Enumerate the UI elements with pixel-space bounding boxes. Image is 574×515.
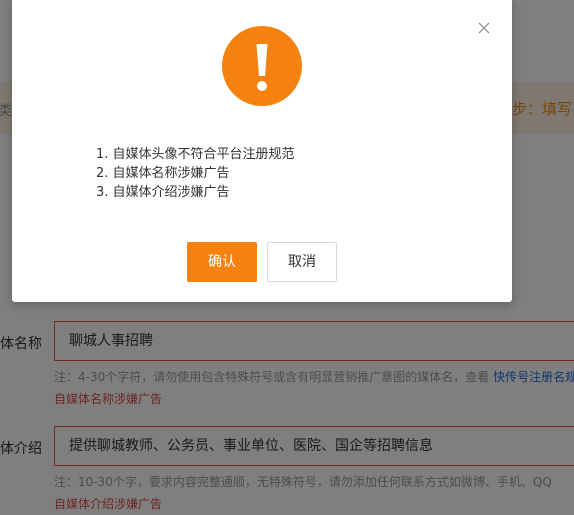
reason-list: 1. 自媒体头像不符合平台注册规范 2. 自媒体名称涉嫌广告 3. 自媒体介绍涉… <box>96 145 295 202</box>
warning-dialog: 1. 自媒体头像不符合平台注册规范 2. 自媒体名称涉嫌广告 3. 自媒体介绍涉… <box>12 0 512 302</box>
confirm-button[interactable]: 确认 <box>187 242 257 282</box>
reason-item: 3. 自媒体介绍涉嫌广告 <box>96 185 230 200</box>
cancel-button[interactable]: 取消 <box>267 242 337 282</box>
exclamation-warning-icon <box>222 26 302 106</box>
close-icon <box>474 18 494 38</box>
reason-item: 1. 自媒体头像不符合平台注册规范 <box>96 147 295 162</box>
reason-item: 2. 自媒体名称涉嫌广告 <box>96 166 230 181</box>
close-button[interactable] <box>474 18 494 38</box>
